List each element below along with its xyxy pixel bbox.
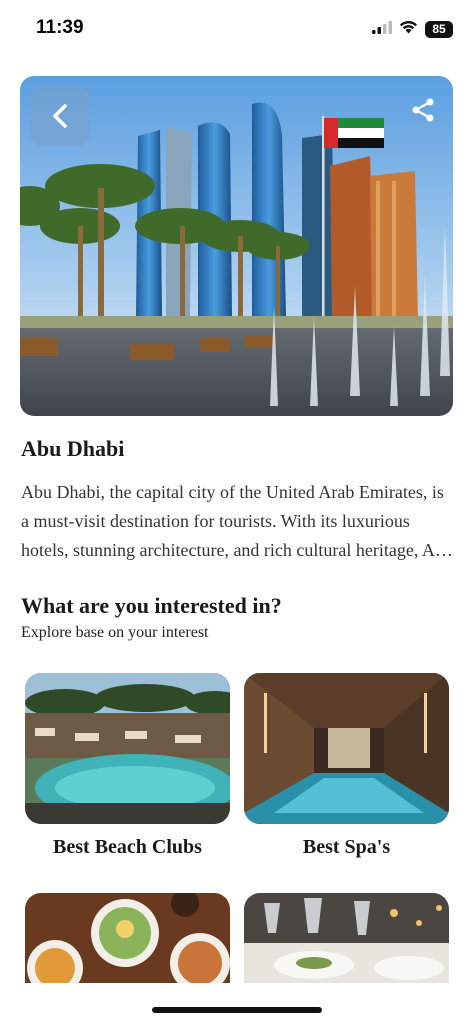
back-chevron-icon (53, 104, 67, 128)
interests-title: What are you interested in? (21, 593, 282, 618)
spa-image (244, 673, 449, 824)
battery-icon: 85 (425, 21, 453, 38)
card-label-beach-clubs: Best Beach Clubs (53, 836, 202, 858)
beach-club-image (25, 673, 230, 824)
share-button[interactable] (403, 90, 443, 130)
share-icon (412, 98, 434, 122)
interest-card-beach-clubs[interactable]: Best Beach Clubs (25, 673, 230, 859)
signal-icon (372, 20, 392, 39)
place-title: Abu Dhabi (21, 436, 125, 461)
card-label-spas: Best Spa's (302, 836, 391, 858)
interests-subtitle: Explore base on your interest (21, 624, 209, 641)
status-bar: 11:39 85 (0, 0, 473, 60)
interest-card-spas[interactable]: Best Spa's (244, 673, 449, 859)
wifi-icon (399, 20, 418, 39)
hero-image (20, 76, 453, 416)
place-description[interactable]: Abu Dhabi, the capital city of the Unite… (21, 478, 456, 565)
status-time: 11:39 (36, 17, 84, 38)
status-icons: 85 (372, 20, 453, 39)
interest-card-restaurants[interactable] (25, 893, 230, 983)
dining-image (244, 893, 449, 983)
back-button[interactable] (30, 86, 90, 146)
restaurant-image (25, 893, 230, 983)
interest-card-fine-dining[interactable] (244, 893, 449, 983)
home-indicator[interactable] (152, 1007, 322, 1013)
